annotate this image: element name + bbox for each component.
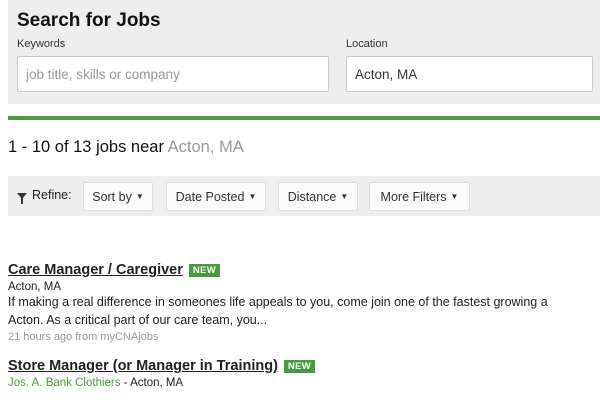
job-listing: Care Manager / Caregiver NEW Acton, MA I… (8, 262, 600, 343)
search-title: Search for Jobs (17, 10, 161, 31)
refine-bar: Refine: Sort by ▼ Date Posted ▼ Distance… (8, 176, 600, 216)
new-badge: NEW (283, 359, 315, 373)
refine-label: Refine: (17, 188, 72, 204)
job-listing: Store Manager (or Manager in Training) N… (8, 358, 600, 389)
company-link[interactable]: Jos. A. Bank Clothiers (8, 377, 121, 389)
sort-by-label: Sort by (92, 189, 132, 204)
results-jobs-near: jobs near (96, 138, 164, 156)
job-description-line: Acton. As a critical part of our care te… (8, 313, 268, 327)
sort-by-button[interactable]: Sort by ▼ (83, 182, 153, 211)
filter-icon (17, 193, 27, 204)
date-posted-label: Date Posted (175, 189, 245, 204)
keywords-label: Keywords (17, 38, 66, 50)
caret-down-icon: ▼ (248, 192, 257, 201)
caret-down-icon: ▼ (135, 192, 144, 201)
divider-bar (8, 116, 600, 120)
refine-label-text: Refine: (32, 188, 72, 202)
more-filters-button[interactable]: More Filters ▼ (369, 182, 470, 211)
date-posted-button[interactable]: Date Posted ▼ (166, 182, 266, 211)
job-title-row: Care Manager / Caregiver NEW (8, 262, 600, 278)
job-description-line: If making a real difference in someones … (8, 295, 548, 309)
distance-label: Distance (287, 189, 337, 204)
job-title-link[interactable]: Care Manager / Caregiver (8, 262, 183, 278)
location-input[interactable] (346, 56, 593, 92)
results-count: 1 - 10 of 13 jobs near Acton, MA (8, 138, 244, 157)
meta-separator: - (120, 377, 131, 389)
job-company-location: Jos. A. Bank Clothiers - Acton, MA (8, 377, 600, 389)
more-filters-label: More Filters (380, 189, 447, 204)
new-badge: NEW (188, 263, 220, 277)
caret-down-icon: ▼ (340, 192, 349, 201)
distance-button[interactable]: Distance ▼ (278, 182, 358, 211)
results-location: Acton, MA (167, 138, 244, 156)
location-label: Location (346, 38, 388, 50)
keywords-input[interactable] (17, 56, 329, 92)
job-posted-age: 21 hours ago from myCNAjobs (8, 331, 159, 343)
job-location: Acton, MA (8, 281, 62, 293)
job-title-link[interactable]: Store Manager (or Manager in Training) (8, 358, 278, 374)
search-panel: Search for Jobs Keywords Location (8, 0, 600, 104)
job-title-row: Store Manager (or Manager in Training) N… (8, 358, 600, 374)
caret-down-icon: ▼ (450, 192, 459, 201)
job-location: Acton, MA (130, 377, 184, 389)
results-range: 1 - 10 of 13 (8, 138, 92, 156)
